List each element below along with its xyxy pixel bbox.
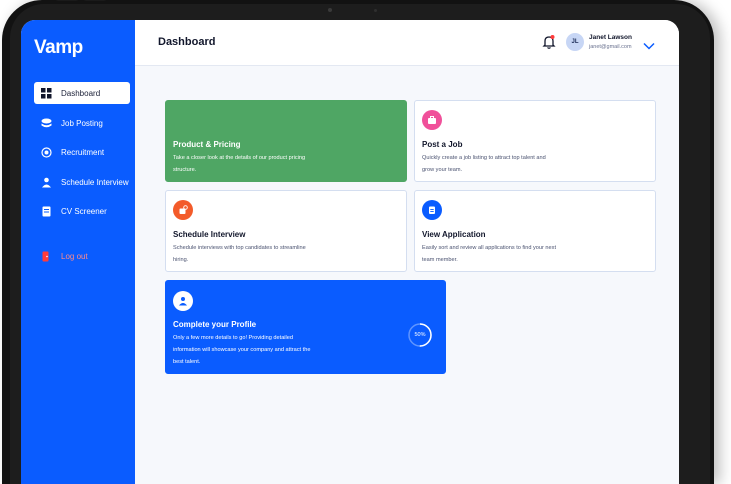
page-title: Dashboard — [158, 36, 216, 48]
camera-lens — [328, 8, 332, 12]
product-pricing-card[interactable]: Product & Pricing Take a closer look at … — [165, 100, 407, 182]
top-header: Dashboard JL Janet Lawson janet@gmail.co… — [135, 20, 679, 66]
sidebar-item-label: Schedule Interview — [61, 177, 129, 187]
app-screen: Vamp Dashboard Job Posting Recruitment S — [21, 20, 679, 484]
app-logo-text: Vamp — [34, 37, 83, 58]
sidebar-item-cv-screener[interactable]: CV Screener — [34, 200, 130, 222]
logout-icon — [41, 251, 52, 262]
notification-bell-icon[interactable] — [542, 34, 556, 50]
sidebar-item-recruitment[interactable]: Recruitment — [34, 141, 130, 163]
chevron-down-icon[interactable] — [643, 37, 655, 50]
sidebar-item-label: Job Posting — [61, 118, 103, 128]
grid-icon — [41, 87, 52, 99]
logout-button[interactable]: Log out — [34, 245, 130, 267]
post-job-card[interactable]: Post a Job Quickly create a job listing … — [414, 100, 656, 182]
sidebar-item-schedule-interview[interactable]: Schedule Interview — [34, 171, 130, 193]
profile-progress-label: 50% — [414, 332, 426, 338]
schedule-interview-card[interactable]: Schedule Interview Schedule interviews w… — [165, 190, 407, 272]
target-icon — [41, 146, 52, 158]
sidebar: Vamp Dashboard Job Posting Recruitment S — [21, 20, 135, 484]
card-description: Easily sort and review all applications … — [422, 245, 557, 263]
card-title: View Application — [422, 230, 486, 239]
sidebar-item-label: Dashboard — [61, 88, 101, 98]
complete-profile-card[interactable]: Complete your Profile Only a few more de… — [165, 280, 446, 374]
sidebar-item-label: Recruitment — [61, 147, 105, 157]
card-description: Quickly create a job listing to attract … — [422, 155, 546, 173]
app-logo[interactable]: Vamp — [34, 37, 83, 59]
card-description: Schedule interviews with top candidates … — [173, 245, 306, 263]
stack-icon — [41, 118, 52, 129]
card-title: Post a Job — [422, 140, 463, 149]
card-title: Product & Pricing — [173, 140, 241, 149]
hardware-button — [84, 0, 106, 1]
sidebar-item-job-posting[interactable]: Job Posting — [34, 112, 130, 134]
card-description: Only a few more details to go! Providing… — [173, 335, 311, 365]
briefcase-icon — [422, 110, 442, 130]
card-title: Complete your Profile — [173, 320, 257, 329]
person-icon — [41, 177, 52, 188]
document-icon — [41, 206, 52, 217]
card-title: Schedule Interview — [173, 230, 246, 239]
user-icon — [173, 291, 193, 311]
sidebar-item-dashboard[interactable]: Dashboard — [34, 82, 130, 104]
hardware-button — [56, 0, 78, 1]
clipboard-icon — [422, 200, 442, 220]
calendar-icon — [173, 200, 193, 220]
card-description: Take a closer look at the details of our… — [173, 155, 306, 173]
logout-label: Log out — [61, 251, 88, 261]
avatar[interactable]: JL — [566, 33, 584, 51]
user-name: Janet Lawson — [589, 34, 632, 41]
user-email: janet@gmail.com — [589, 44, 632, 50]
view-application-card[interactable]: View Application Easily sort and review … — [414, 190, 656, 272]
sidebar-item-label: CV Screener — [61, 206, 107, 216]
sensor-dot — [374, 9, 377, 12]
